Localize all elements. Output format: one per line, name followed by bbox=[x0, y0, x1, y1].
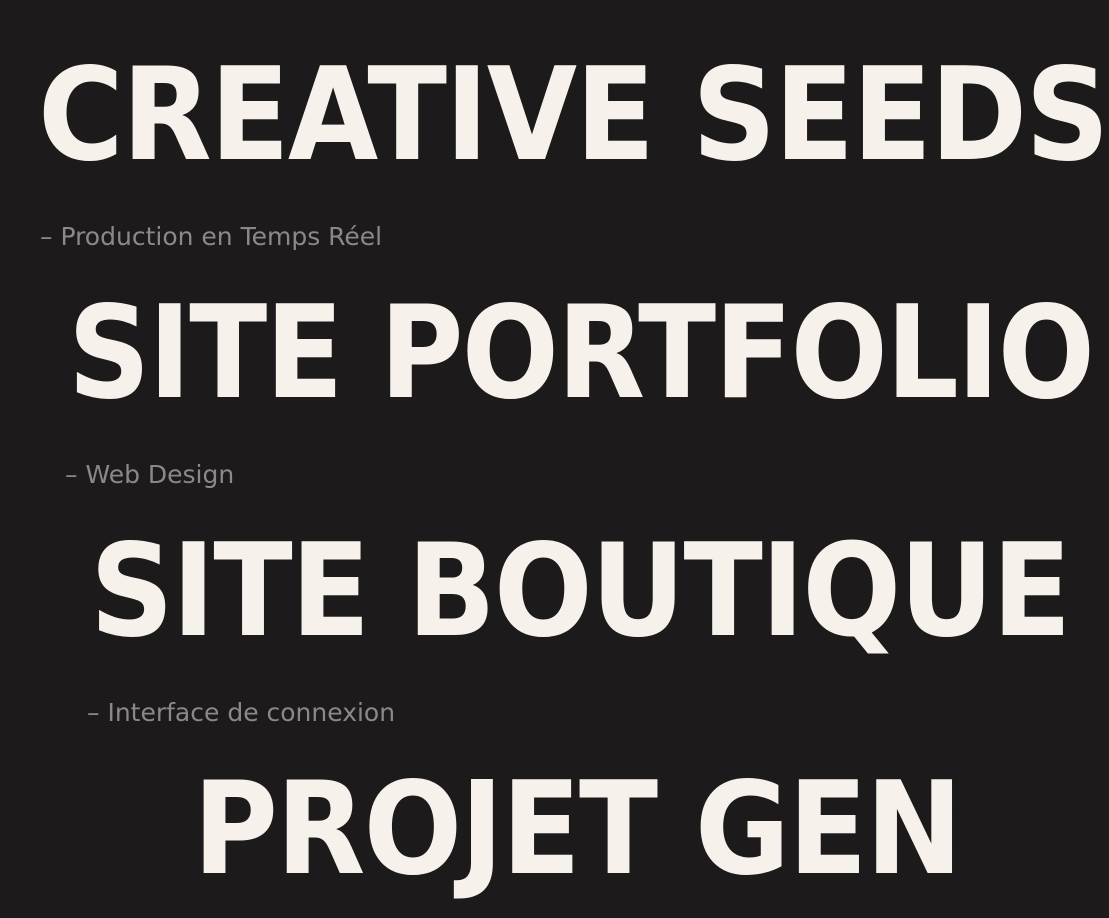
project-link-creative-seeds[interactable]: CREATIVE SEEDS – Production en Temps Rée… bbox=[0, 52, 1109, 252]
project-subtitle: – Web Design bbox=[65, 460, 235, 489]
project-title: PROJET GEN bbox=[193, 755, 963, 904]
project-link-site-boutique[interactable]: SITE BOUTIQUE – Interface de connexion bbox=[0, 528, 1109, 728]
project-title: CREATIVE SEEDS bbox=[38, 41, 1109, 190]
project-subtitle: – Production en Temps Réel bbox=[40, 222, 383, 251]
project-link-projet-gen[interactable]: PROJET GEN bbox=[0, 766, 1109, 896]
project-subtitle: – Interface de connexion bbox=[87, 698, 396, 727]
project-title: SITE PORTFOLIO bbox=[68, 279, 1095, 428]
project-title: SITE BOUTIQUE bbox=[90, 517, 1071, 666]
project-link-site-portfolio[interactable]: SITE PORTFOLIO – Web Design bbox=[0, 290, 1109, 490]
